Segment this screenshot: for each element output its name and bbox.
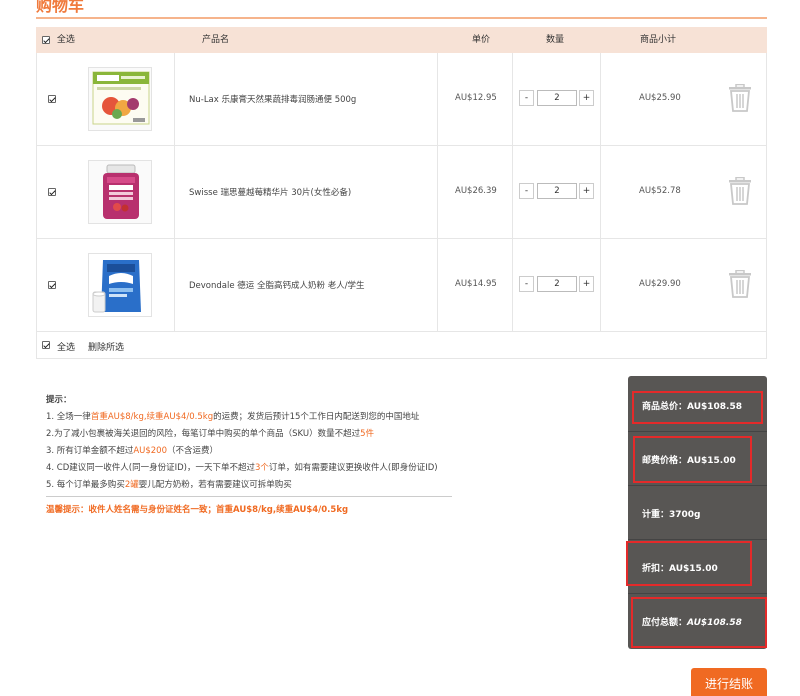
nu-lax-product-image[interactable] (88, 67, 152, 131)
tip-line: 2.为了减小包裹被海关退回的风险，每笔订单中购买的单个商品（SKU）数量不超过5… (46, 429, 374, 439)
page-title: 购物车 (36, 0, 85, 15)
item-subtotal: AU$29.90 (639, 279, 681, 289)
tips-divider (46, 496, 452, 497)
increase-button[interactable]: + (579, 90, 594, 106)
select-all-label: 全选 (56, 35, 75, 45)
header-select-all[interactable]: 全选 (42, 27, 75, 53)
title-divider (36, 17, 767, 19)
highlight-box (631, 597, 767, 648)
header-product-name: 产品名 (202, 35, 230, 45)
header-quantity: 数量 (546, 35, 565, 45)
highlight-box (633, 436, 752, 483)
tips-title: 提示： (46, 395, 72, 405)
tip-line: 1. 全场一律首重AU$8/kg,续重AU$4/0.5kg的运费；发货后预计15… (46, 412, 420, 422)
cart-items: Nu-Lax 乐康膏天然果蔬排毒润肠通便 500g AU$12.95 - + A… (36, 53, 767, 332)
select-all-checkbox[interactable] (42, 35, 50, 44)
unit-price: AU$12.95 (455, 93, 497, 103)
footer-select-all-label[interactable]: 全选 (57, 340, 75, 353)
cart-footer-bar: 全选 删除所选 (36, 331, 767, 359)
header-subtotal: 商品小计 (640, 35, 677, 45)
trash-icon[interactable] (728, 176, 752, 205)
unit-price: AU$14.95 (455, 279, 497, 289)
tip-line: 4. CD建议同一收件人(同一身份证ID)，一天下单不超过3个订单，如有需要建议… (46, 463, 438, 473)
increase-button[interactable]: + (579, 183, 594, 199)
swisse-cranberry-product-image[interactable] (88, 160, 152, 224)
quantity-input[interactable] (537, 276, 577, 292)
increase-button[interactable]: + (579, 276, 594, 292)
trash-icon[interactable] (728, 269, 752, 298)
item-checkbox[interactable] (48, 188, 56, 196)
highlight-box (626, 541, 752, 586)
footer-select-all-checkbox[interactable] (42, 341, 50, 349)
cart-row: Nu-Lax 乐康膏天然果蔬排毒润肠通便 500g AU$12.95 - + A… (36, 53, 767, 146)
quantity-input[interactable] (537, 90, 577, 106)
tip-line: 5. 每个订单最多购买2罐婴儿配方奶粉，若有需要建议可拆单购买 (46, 480, 292, 490)
trash-icon[interactable] (728, 83, 752, 112)
product-name[interactable]: Nu-Lax 乐康膏天然果蔬排毒润肠通便 500g (189, 93, 356, 105)
product-name[interactable]: Swisse 瑞思蔓越莓精华片 30片(女性必备) (189, 186, 351, 198)
item-subtotal: AU$25.90 (639, 93, 681, 103)
cart-table-header: 全选 产品名 单价 数量 商品小计 (36, 27, 767, 53)
highlight-box (632, 391, 763, 424)
header-unit-price: 单价 (472, 35, 491, 45)
cart-row: Swisse 瑞思蔓越莓精华片 30片(女性必备) AU$26.39 - + A… (36, 146, 767, 239)
delete-selected-link[interactable]: 删除所选 (88, 340, 124, 353)
tip-line: 3. 所有订单金额不超过AU$200（不含运费） (46, 446, 219, 456)
checkout-button[interactable]: 进行结账 (691, 668, 767, 696)
item-checkbox[interactable] (48, 281, 56, 289)
quantity-input[interactable] (537, 183, 577, 199)
decrease-button[interactable]: - (519, 276, 534, 292)
cart-row: Devondale 德运 全脂高钙成人奶粉 老人/学生 AU$14.95 - +… (36, 239, 767, 332)
devondale-milk-product-image[interactable] (88, 253, 152, 317)
item-subtotal: AU$52.78 (639, 186, 681, 196)
decrease-button[interactable]: - (519, 90, 534, 106)
unit-price: AU$26.39 (455, 186, 497, 196)
product-name[interactable]: Devondale 德运 全脂高钙成人奶粉 老人/学生 (189, 279, 365, 291)
item-checkbox[interactable] (48, 95, 56, 103)
total-weight: 计重：3700g (642, 510, 701, 520)
decrease-button[interactable]: - (519, 183, 534, 199)
tips-section: 提示： 1. 全场一律首重AU$8/kg,续重AU$4/0.5kg的运费；发货后… (46, 392, 456, 494)
warm-reminder: 温馨提示：收件人姓名需与身份证姓名一致；首重AU$8/kg,续重AU$4/0.5… (46, 505, 349, 515)
